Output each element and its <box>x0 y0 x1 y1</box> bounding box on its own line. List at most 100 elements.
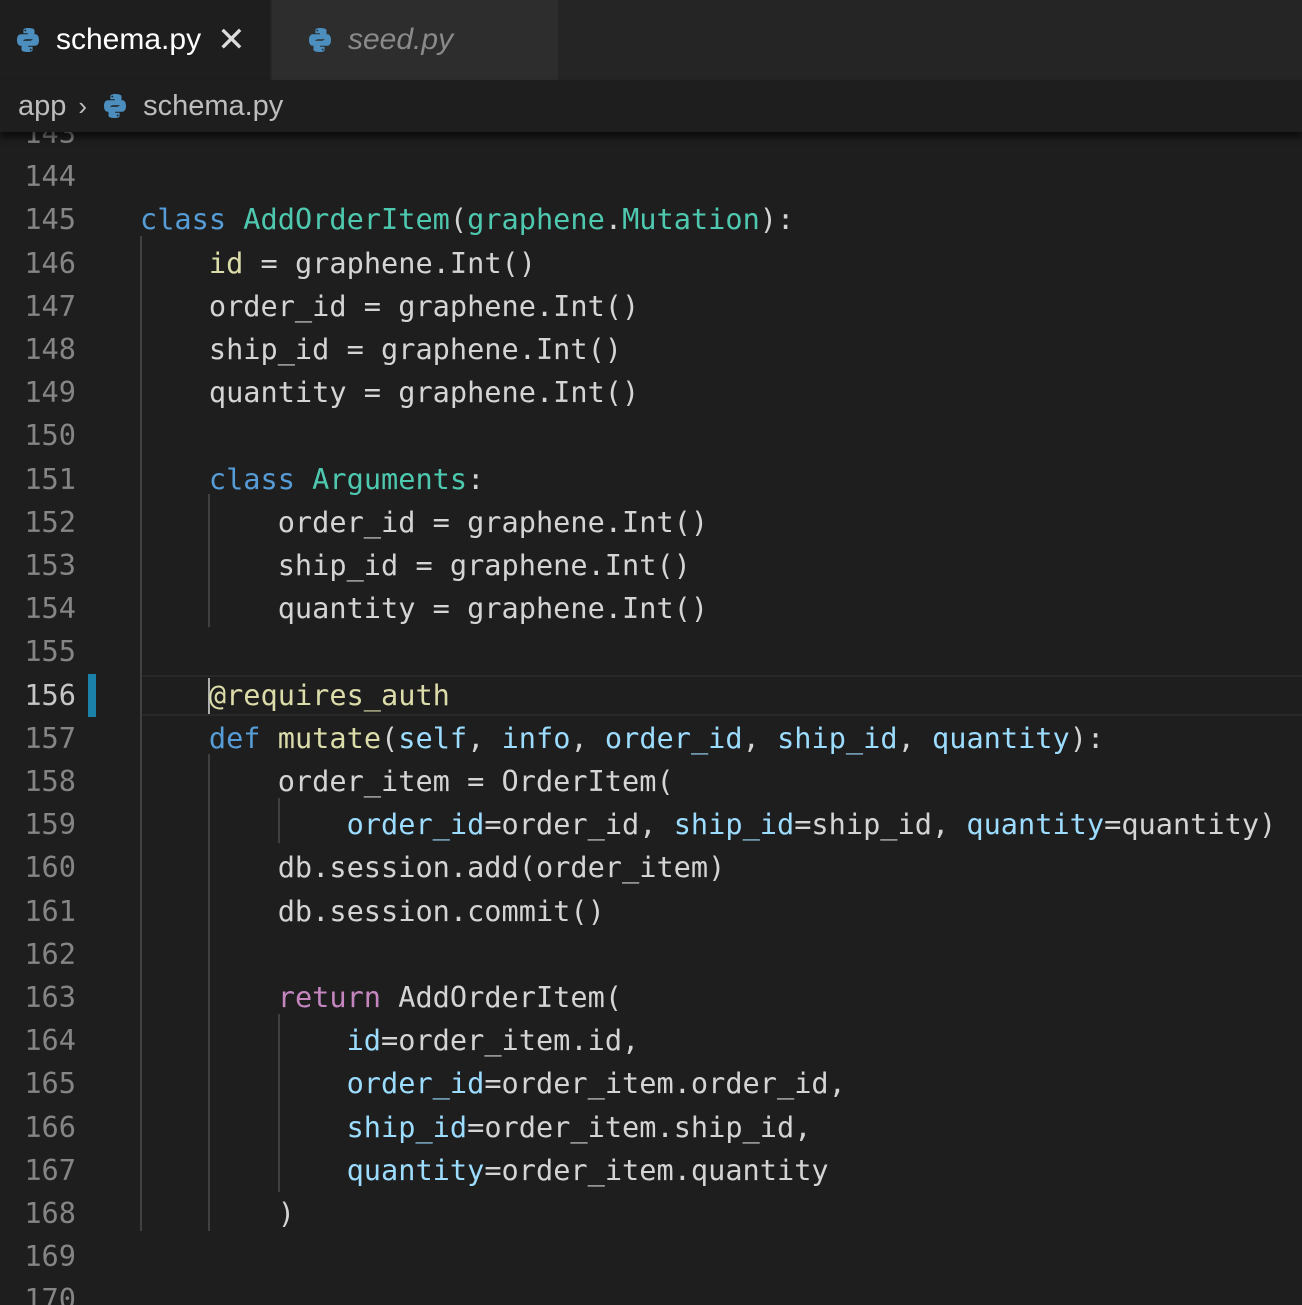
line-number[interactable]: 165 <box>0 1062 76 1105</box>
code-token: quantity <box>932 720 1070 755</box>
code-line[interactable]: 163 return AddOrderItem( <box>0 976 1302 1019</box>
tab-seed-py[interactable]: seed.py <box>272 0 558 80</box>
code-line[interactable]: 168 ) <box>0 1192 1302 1235</box>
line-number[interactable]: 160 <box>0 846 76 889</box>
code-token: ship_id <box>777 720 898 755</box>
code-line[interactable]: 152 order_id = graphene.Int() <box>0 501 1302 544</box>
code-token: order_id = graphene.Int() <box>140 504 709 539</box>
line-number[interactable]: 154 <box>0 587 76 630</box>
code-line[interactable]: 167 quantity=order_item.quantity <box>0 1149 1302 1192</box>
code-line[interactable]: 157 def mutate(self, info, order_id, shi… <box>0 717 1302 760</box>
code-text: order_id=order_id, ship_id=ship_id, quan… <box>140 803 1277 846</box>
line-number[interactable]: 156 <box>0 674 76 717</box>
line-number[interactable]: 163 <box>0 976 76 1019</box>
code-editor[interactable]: 143 144 145 class AddOrderItem(graphene.Mut… <box>0 132 1302 1305</box>
code-line[interactable]: 144 <box>0 155 1302 198</box>
line-number[interactable]: 169 <box>0 1235 76 1278</box>
code-token: db.session.add(order_item) <box>140 850 726 885</box>
code-line[interactable]: 150 <box>0 414 1302 457</box>
python-icon <box>104 94 127 118</box>
line-number[interactable]: 168 <box>0 1192 76 1235</box>
code-line[interactable]: 146 id = graphene.Int() <box>0 242 1302 285</box>
code-line[interactable]: 158 order_item = OrderItem( <box>0 760 1302 803</box>
line-number[interactable]: 166 <box>0 1106 76 1149</box>
code-line[interactable]: 143 <box>0 132 1302 155</box>
line-number[interactable]: 164 <box>0 1019 76 1062</box>
code-line[interactable]: 151 class Arguments: <box>0 458 1302 501</box>
code-token: ship_id = graphene.Int() <box>140 548 691 582</box>
code-line[interactable]: 164 id=order_item.id, <box>0 1019 1302 1062</box>
breadcrumb-file[interactable]: schema.py <box>143 90 283 123</box>
code-token: order_item = OrderItem( <box>140 764 674 798</box>
code-line[interactable]: 149 quantity = graphene.Int() <box>0 371 1302 414</box>
code-text: db.session.commit() <box>140 890 605 933</box>
code-token: @requires_auth <box>208 677 450 712</box>
code-token: graphene <box>467 202 605 237</box>
code-line[interactable]: 169 <box>0 1235 1302 1278</box>
code-token: mutate <box>277 720 382 755</box>
code-line[interactable]: 160 db.session.add(order_item) <box>0 846 1302 889</box>
line-number[interactable]: 158 <box>0 760 76 803</box>
line-number[interactable]: 167 <box>0 1149 76 1192</box>
line-number[interactable]: 161 <box>0 890 76 933</box>
line-number[interactable]: 150 <box>0 414 76 457</box>
code-line[interactable]: 162 <box>0 933 1302 976</box>
code-token: AddOrderItem( <box>381 980 623 1014</box>
code-text: ship_id = graphene.Int() <box>140 544 691 587</box>
code-line[interactable]: 159 order_id=order_id, ship_id=ship_id, … <box>0 803 1302 846</box>
breadcrumb-folder[interactable]: app <box>18 90 66 123</box>
code-text: db.session.add(order_item) <box>140 846 726 889</box>
line-number[interactable]: 146 <box>0 242 76 285</box>
code-line[interactable]: 155 <box>0 630 1302 673</box>
code-line[interactable]: 161 db.session.commit() <box>0 890 1302 933</box>
code-token: class <box>140 202 227 237</box>
line-number[interactable]: 149 <box>0 371 76 414</box>
line-number[interactable]: 162 <box>0 933 76 976</box>
code-line[interactable]: 147 order_id = graphene.Int() <box>0 285 1302 328</box>
code-token: ship_id <box>673 807 795 842</box>
line-number[interactable]: 147 <box>0 285 76 328</box>
code-text: order_id = graphene.Int() <box>140 285 639 328</box>
code-line[interactable]: 170 <box>0 1278 1302 1305</box>
code-line[interactable]: 148 ship_id = graphene.Int() <box>0 328 1302 371</box>
code-line[interactable]: 166 ship_id=order_item.ship_id, <box>0 1106 1302 1149</box>
close-icon[interactable]: ✕ <box>217 23 246 57</box>
line-number[interactable]: 148 <box>0 328 76 371</box>
line-number[interactable]: 151 <box>0 458 76 501</box>
code-text: class Arguments: <box>140 458 484 501</box>
line-number[interactable]: 153 <box>0 544 76 587</box>
line-number[interactable]: 170 <box>0 1278 76 1305</box>
line-number[interactable]: 144 <box>0 155 76 198</box>
code-text: def mutate(self, info, order_id, ship_id… <box>140 717 1104 760</box>
code-line[interactable]: 153 ship_id = graphene.Int() <box>0 544 1302 587</box>
python-icon <box>17 28 39 52</box>
line-number[interactable]: 155 <box>0 630 76 673</box>
line-number[interactable]: 152 <box>0 501 76 544</box>
code-line[interactable]: 154 quantity = graphene.Int() <box>0 587 1302 630</box>
code-token: quantity = graphene.Int() <box>140 375 640 410</box>
line-number[interactable]: 159 <box>0 803 76 846</box>
code-token: ship_id = graphene.Int() <box>140 332 623 366</box>
code-line[interactable]: 156 @requires_auth <box>0 674 1302 717</box>
code-token: quantity <box>346 1152 485 1187</box>
code-editor-window: schema.py ✕ seed.py app › schema.py 143 1… <box>0 0 1302 1305</box>
line-number[interactable]: 143 <box>0 132 76 155</box>
tab-schema-py[interactable]: schema.py ✕ <box>0 0 270 80</box>
code-token: = graphene.Int() <box>243 245 536 280</box>
code-token: =order_item.id, <box>381 1023 640 1058</box>
breadcrumb: app › schema.py <box>0 80 1302 132</box>
code-line[interactable]: 165 order_id=order_item.order_id, <box>0 1062 1302 1105</box>
code-token: order_id <box>604 720 743 755</box>
code-token: : <box>467 461 485 496</box>
code-text: ship_id=order_item.ship_id, <box>140 1106 812 1149</box>
code-token: quantity <box>966 807 1105 842</box>
code-line[interactable]: 145 class AddOrderItem(graphene.Mutation)… <box>0 198 1302 241</box>
code-token: , <box>897 720 933 755</box>
line-number[interactable]: 145 <box>0 198 76 241</box>
line-number[interactable]: 157 <box>0 717 76 760</box>
